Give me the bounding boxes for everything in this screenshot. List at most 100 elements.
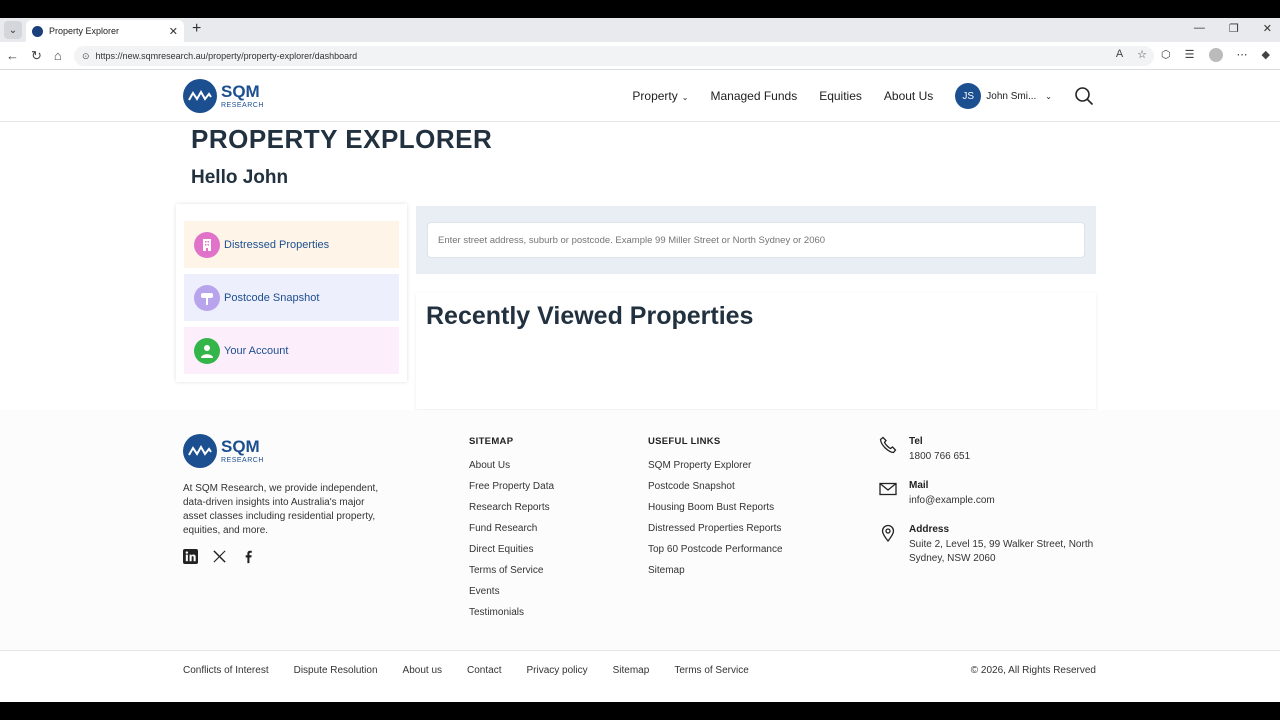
bottom-link-sitemap[interactable]: Sitemap	[613, 665, 650, 676]
contact-address: Address Suite 2, Level 15, 99 Walker Str…	[879, 524, 1099, 566]
browser-toolbar: A ☆ ⬡ ☰ ⋯ ◆	[1116, 48, 1270, 62]
building-icon	[194, 231, 220, 258]
facebook-icon[interactable]	[241, 549, 256, 564]
bottom-links: Conflicts of Interest Dispute Resolution…	[183, 665, 749, 676]
sitemap-link-free-property-data[interactable]: Free Property Data	[469, 481, 554, 494]
nav-about-us[interactable]: About Us	[884, 89, 933, 103]
favorite-star-icon[interactable]: ☆	[1137, 48, 1147, 62]
sidebar-item-your-account[interactable]: Your Account	[184, 327, 399, 374]
nav-buttons: ← ↻ ⌂	[6, 48, 76, 64]
favicon-icon	[32, 25, 43, 37]
sqm-logo[interactable]: SQM RESEARCH	[183, 79, 264, 113]
avatar: JS	[955, 83, 982, 109]
sitemap-link-fund-research[interactable]: Fund Research	[469, 523, 554, 536]
search-icon[interactable]	[1074, 86, 1094, 106]
mail-value[interactable]: info@example.com	[909, 494, 995, 508]
social-links	[183, 549, 256, 564]
window-controls: — ❐ ✕	[1194, 22, 1272, 35]
sitemap-link-events[interactable]: Events	[469, 586, 554, 599]
refresh-icon[interactable]: ↻	[31, 48, 42, 64]
useful-links-heading: USEFUL LINKS	[648, 436, 721, 447]
mail-icon	[879, 482, 897, 496]
phone-icon	[879, 436, 897, 454]
useful-link-sitemap[interactable]: Sitemap	[648, 565, 783, 578]
sitemap-link-about-us[interactable]: About Us	[469, 460, 554, 473]
footer: SQM RESEARCH At SQM Research, we provide…	[0, 410, 1280, 650]
logo-subtext: RESEARCH	[221, 102, 264, 109]
read-aloud-icon[interactable]: A	[1116, 48, 1123, 62]
useful-link-distressed-properties[interactable]: Distressed Properties Reports	[648, 523, 783, 536]
new-tab-plus-icon[interactable]: +	[192, 20, 201, 38]
more-menu-icon[interactable]: ⋯	[1237, 48, 1248, 62]
copilot-icon[interactable]: ◆	[1262, 48, 1270, 62]
minimize-icon[interactable]: —	[1194, 22, 1205, 35]
address-bar: ← ↻ ⌂ ⊙ https://new.sqmresearch.au/prope…	[0, 42, 1280, 70]
browser-tab[interactable]: Property Explorer ✕	[26, 20, 184, 42]
site-info-icon[interactable]: ⊙	[82, 51, 90, 62]
useful-link-property-explorer[interactable]: SQM Property Explorer	[648, 460, 783, 473]
copyright: © 2026, All Rights Reserved	[970, 665, 1096, 676]
tab-close-icon[interactable]: ✕	[169, 25, 178, 38]
useful-links-column: USEFUL LINKS SQM Property Explorer Postc…	[648, 436, 783, 586]
signpost-icon	[194, 284, 220, 311]
greeting: Hello John	[191, 167, 289, 188]
address-search-input[interactable]	[427, 222, 1085, 258]
sitemap-column: SITEMAP About Us Free Property Data Rese…	[469, 436, 554, 628]
sidebar: Distressed Properties Postcode Snapshot …	[176, 204, 407, 382]
tel-label: Tel	[909, 436, 923, 447]
footer-logo[interactable]: SQM RESEARCH	[183, 434, 264, 468]
url-field[interactable]: ⊙ https://new.sqmresearch.au/property/pr…	[74, 46, 1154, 66]
nav-property[interactable]: Property ⌄	[632, 89, 688, 103]
user-menu[interactable]: JS John Smi... ⌄	[955, 83, 1052, 109]
bottom-link-about[interactable]: About us	[403, 665, 442, 676]
maximize-icon[interactable]: ❐	[1229, 22, 1239, 35]
sitemap-link-direct-equities[interactable]: Direct Equities	[469, 544, 554, 557]
bottom-link-conflicts[interactable]: Conflicts of Interest	[183, 665, 269, 676]
useful-link-top-60-postcode[interactable]: Top 60 Postcode Performance	[648, 544, 783, 557]
footer-about-text: At SQM Research, we provide independent,…	[183, 483, 379, 536]
x-twitter-icon[interactable]	[212, 549, 227, 564]
url-text: https://new.sqmresearch.au/property/prop…	[95, 51, 358, 61]
chevron-down-icon: ⌄	[681, 93, 689, 102]
useful-link-housing-boom-bust[interactable]: Housing Boom Bust Reports	[648, 502, 783, 515]
home-icon[interactable]: ⌂	[54, 48, 62, 64]
chevron-down-icon: ⌄	[1045, 91, 1052, 101]
address-label: Address	[909, 524, 950, 535]
sitemap-link-terms-of-service[interactable]: Terms of Service	[469, 565, 554, 578]
linkedin-icon[interactable]	[183, 549, 198, 564]
bottom-link-dispute[interactable]: Dispute Resolution	[294, 665, 378, 676]
logo-subtext: RESEARCH	[221, 457, 264, 464]
contact-column: Tel 1800 766 651 Mail info@example.com A…	[879, 436, 1099, 582]
logo-text: SQM	[221, 437, 260, 456]
useful-link-postcode-snapshot[interactable]: Postcode Snapshot	[648, 481, 783, 494]
sitemap-heading: SITEMAP	[469, 436, 514, 447]
nav-managed-funds[interactable]: Managed Funds	[710, 89, 797, 103]
sidebar-item-distressed-properties[interactable]: Distressed Properties	[184, 221, 399, 268]
profile-icon[interactable]	[1208, 48, 1223, 62]
sitemap-link-research-reports[interactable]: Research Reports	[469, 502, 554, 515]
address-value: Suite 2, Level 15, 99 Walker Street, Nor…	[909, 539, 1094, 564]
location-pin-icon	[881, 524, 895, 542]
contact-mail: Mail info@example.com	[879, 480, 1099, 508]
favorites-icon[interactable]: ☰	[1185, 48, 1195, 62]
bottom-link-terms[interactable]: Terms of Service	[674, 665, 748, 676]
tab-bar: ⌄ Property Explorer ✕ + — ❐ ✕	[0, 18, 1280, 42]
main-nav: Property ⌄ Managed Funds Equities About U…	[632, 83, 1094, 109]
extensions-icon[interactable]: ⬡	[1161, 48, 1171, 62]
tel-value[interactable]: 1800 766 651	[909, 450, 970, 464]
contact-tel: Tel 1800 766 651	[879, 436, 1099, 464]
bottom-link-privacy[interactable]: Privacy policy	[526, 665, 587, 676]
mail-label: Mail	[909, 480, 929, 491]
sidebar-item-postcode-snapshot[interactable]: Postcode Snapshot	[184, 274, 399, 321]
tab-title: Property Explorer	[49, 26, 120, 36]
page-title: PROPERTY EXPLORER	[191, 124, 493, 154]
sidebar-item-label: Distressed Properties	[224, 238, 330, 251]
close-window-icon[interactable]: ✕	[1263, 22, 1272, 35]
sitemap-link-testimonials[interactable]: Testimonials	[469, 607, 554, 620]
site-header: SQM RESEARCH Property ⌄ Managed Funds Equ…	[0, 70, 1280, 122]
back-arrow-icon[interactable]: ←	[6, 48, 19, 64]
bottom-link-contact[interactable]: Contact	[467, 665, 501, 676]
sidebar-item-label: Postcode Snapshot	[224, 291, 320, 304]
nav-equities[interactable]: Equities	[819, 89, 862, 103]
tab-menu-chevron-icon[interactable]: ⌄	[4, 21, 22, 39]
